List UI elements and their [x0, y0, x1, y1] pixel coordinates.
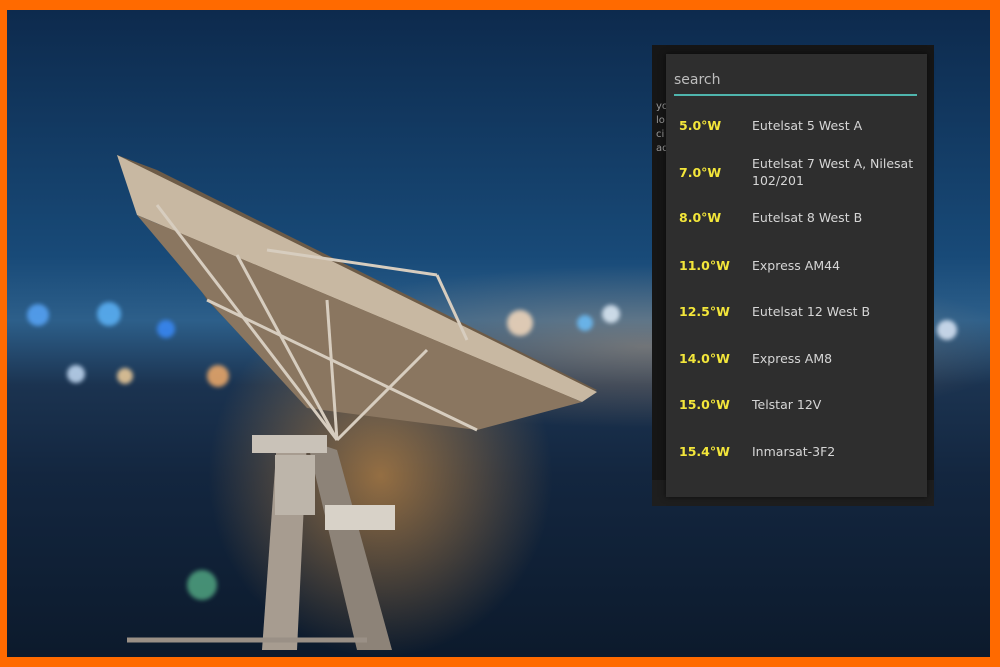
satellite-name: Express AM8 — [752, 350, 833, 366]
satellite-list-item[interactable]: 11.0°W Express AM44 — [666, 247, 927, 283]
satellite-position: 7.0°W — [679, 164, 722, 180]
search-input[interactable] — [674, 68, 917, 92]
satellite-position: 8.0°W — [679, 209, 722, 225]
satellite-list-item[interactable]: 7.0°W Eutelsat 7 West A, Nilesat 102/201 — [666, 152, 927, 192]
satellite-name: Eutelsat 12 West B — [752, 303, 871, 319]
satellite-picker-dialog: 5.0°W Eutelsat 5 West A 7.0°W Eutelsat 7… — [666, 54, 927, 497]
satellite-position: 14.0°W — [679, 350, 730, 366]
satellite-list-item[interactable]: 12.5°W Eutelsat 12 West B — [666, 293, 927, 329]
satellite-list-item[interactable]: 15.4°W Inmarsat-3F2 — [666, 433, 927, 469]
satellite-list-item[interactable]: 14.0°W Express AM8 — [666, 340, 927, 376]
satellite-name: Eutelsat 8 West B — [752, 209, 863, 225]
satellite-list-item[interactable]: 5.0°W Eutelsat 5 West A — [666, 107, 927, 143]
satellite-list-item[interactable]: 8.0°W Eutelsat 8 West B — [666, 199, 927, 235]
satellite-name: Express AM44 — [752, 257, 841, 273]
satellite-position: 11.0°W — [679, 257, 730, 273]
search-field[interactable] — [674, 68, 917, 96]
satellite-position: 12.5°W — [679, 303, 730, 319]
satellite-position: 5.0°W — [679, 117, 722, 133]
satellite-list-item[interactable]: 15.0°W Telstar 12V — [666, 386, 927, 422]
satellite-name: Eutelsat 7 West A, Nilesat 102/201 — [752, 156, 914, 188]
satellite-name: Telstar 12V — [752, 396, 822, 412]
satellite-name: Inmarsat-3F2 — [752, 443, 836, 459]
satellite-name: Eutelsat 5 West A — [752, 117, 863, 133]
satellite-position: 15.0°W — [679, 396, 730, 412]
satellite-position: 15.4°W — [679, 443, 730, 459]
